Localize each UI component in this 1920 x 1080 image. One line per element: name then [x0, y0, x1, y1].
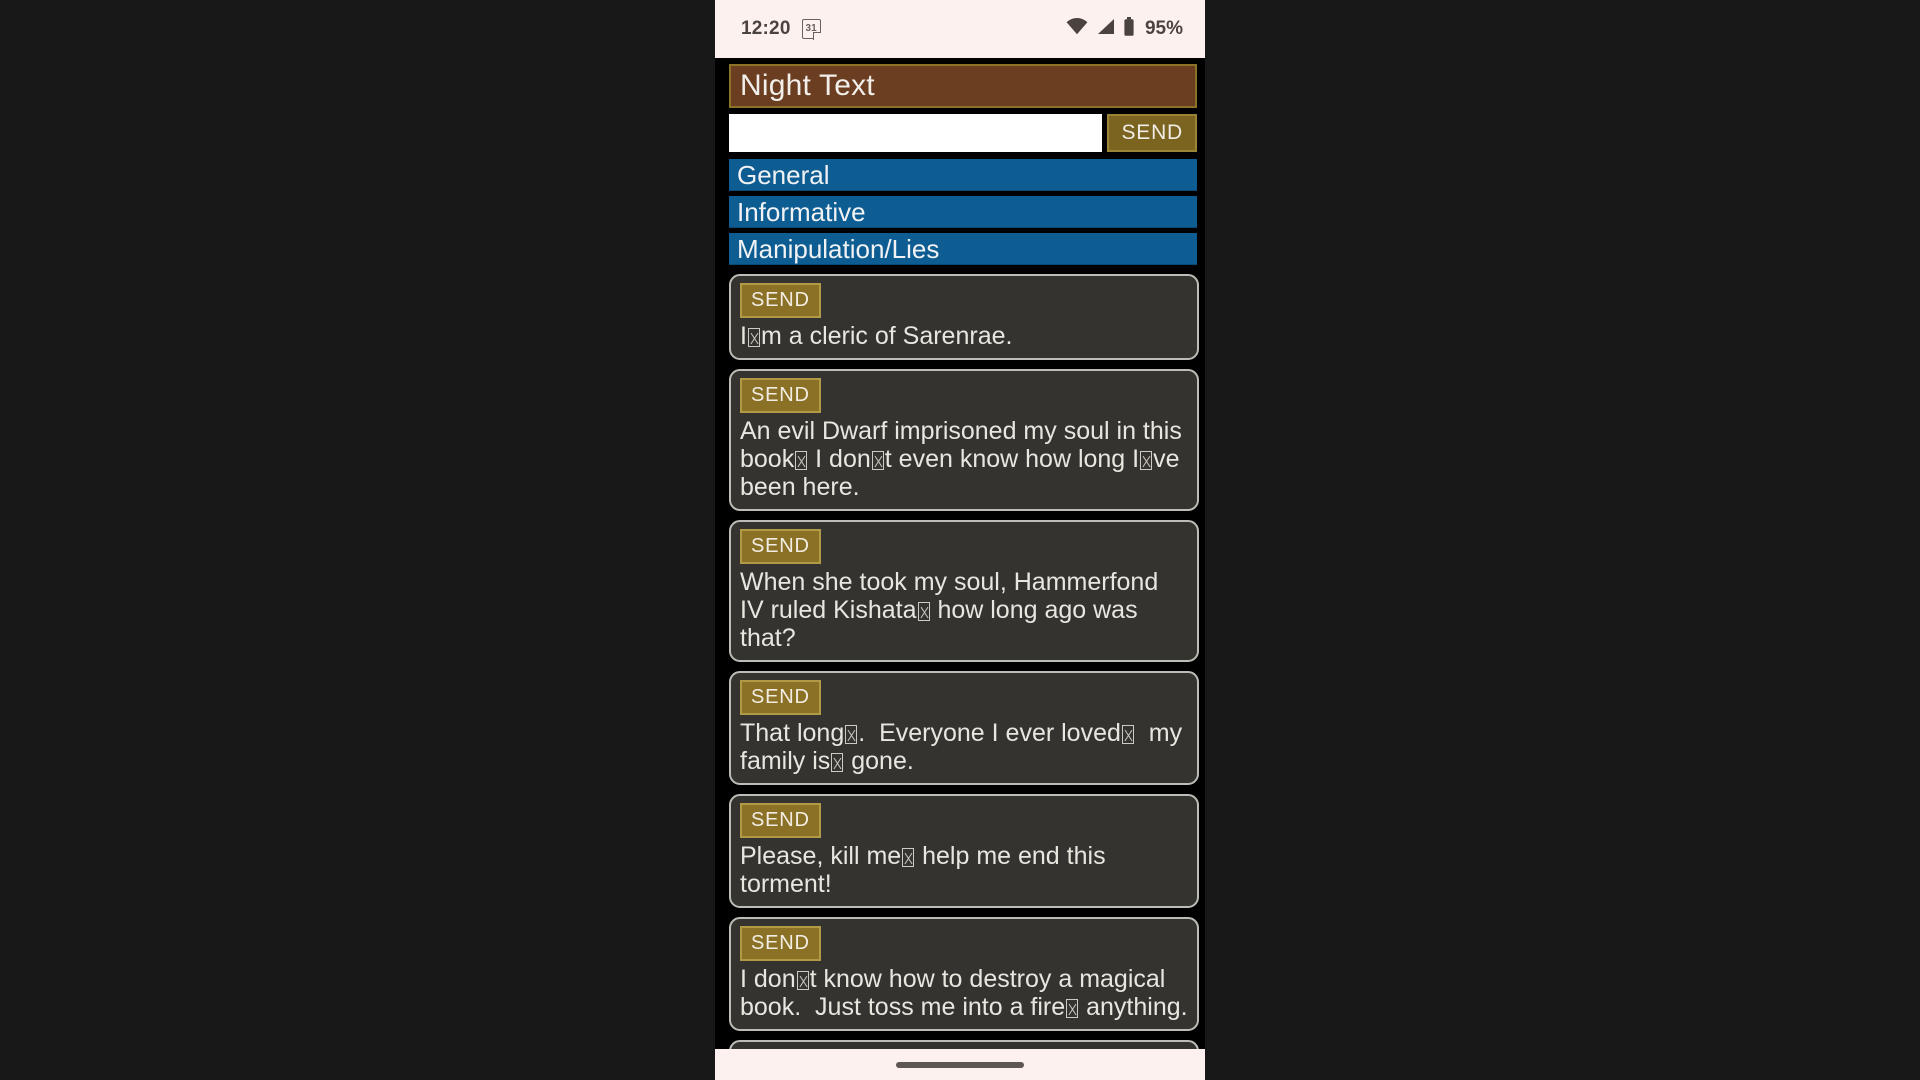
- message-send-button[interactable]: SEND: [740, 803, 821, 838]
- category-label: General: [737, 159, 830, 190]
- message-text: Im a cleric of Sarenrae.: [740, 322, 1013, 350]
- message-send-button[interactable]: SEND: [740, 529, 821, 564]
- message-card[interactable]: SEND Please, kill me help me end this to…: [729, 794, 1199, 908]
- battery-percent-label: 95%: [1144, 18, 1183, 39]
- missing-glyph-box: [1121, 725, 1134, 744]
- missing-glyph-box: [871, 451, 884, 470]
- missing-glyph-box: [902, 848, 915, 867]
- message-send-button[interactable]: SEND: [740, 283, 821, 318]
- message-text: I don t know how to destroy a magical boo…: [740, 965, 1188, 1021]
- category-button-informative[interactable]: Informative: [729, 196, 1197, 227]
- missing-glyph-box: [1066, 999, 1079, 1018]
- message-text: When she took my soul, Hammerfond IV rul…: [740, 568, 1166, 652]
- category-list: General Informative Manipulation/Lies: [729, 159, 1197, 264]
- message-input[interactable]: [729, 114, 1103, 152]
- message-card[interactable]: SEND I don t know how to destroy a magica…: [729, 917, 1199, 1031]
- gesture-pill[interactable]: [896, 1061, 1024, 1068]
- message-card[interactable]: SEND Im a cleric of Sarenrae.: [729, 274, 1199, 360]
- status-bar: 12:20 31 95%: [715, 0, 1205, 58]
- category-button-manipulation-lies[interactable]: Manipulation/Lies: [729, 233, 1197, 264]
- gesture-bar: [715, 1049, 1205, 1080]
- message-send-button[interactable]: SEND: [740, 680, 821, 715]
- status-bar-left: 12:20 31: [741, 18, 821, 40]
- missing-glyph-box: [831, 753, 844, 772]
- screen-root: 12:20 31 95% Night Text SEND General Inf…: [0, 0, 1920, 1080]
- message-send-button[interactable]: SEND: [740, 378, 821, 413]
- category-button-general[interactable]: General: [729, 159, 1197, 190]
- compose-row: SEND: [729, 114, 1197, 152]
- missing-glyph-box: [747, 328, 760, 347]
- category-label: Informative: [737, 196, 866, 227]
- message-list[interactable]: SEND Im a cleric of Sarenrae. SEND An ev…: [729, 268, 1199, 1049]
- cell-signal-icon: [1096, 18, 1115, 40]
- missing-glyph-box: [1140, 451, 1153, 470]
- status-bar-right: 95%: [1066, 17, 1183, 41]
- message-text: Please, kill me help me end this torment…: [740, 842, 1113, 898]
- message-card[interactable]: SEND An evil Dwarf imprisoned my soul in…: [729, 369, 1199, 511]
- app-body: Night Text SEND General Informative Mani…: [715, 58, 1205, 1049]
- message-text: An evil Dwarf imprisoned my soul in this…: [740, 417, 1189, 501]
- category-label: Manipulation/Lies: [737, 233, 940, 264]
- missing-glyph-box: [796, 971, 809, 990]
- page-title: Night Text: [740, 69, 875, 102]
- missing-glyph-box: [845, 725, 858, 744]
- status-clock: 12:20: [741, 18, 791, 39]
- message-card[interactable]: SEND That long. Everyone I ever loved my…: [729, 671, 1199, 785]
- message-send-button[interactable]: SEND: [740, 926, 821, 961]
- battery-icon: [1123, 17, 1135, 41]
- app-title-bar: Night Text: [729, 64, 1197, 108]
- send-button[interactable]: SEND: [1107, 114, 1197, 152]
- message-text: That long. Everyone I ever loved my fami…: [740, 719, 1190, 775]
- phone-window: 12:20 31 95% Night Text SEND General Inf…: [715, 0, 1205, 1080]
- message-card-partial[interactable]: SEND: [729, 1040, 1199, 1049]
- calendar-icon: 31: [801, 19, 821, 39]
- missing-glyph-box: [917, 602, 930, 621]
- wifi-icon: [1066, 18, 1088, 40]
- message-card[interactable]: SEND When she took my soul, Hammerfond I…: [729, 520, 1199, 662]
- missing-glyph-box: [795, 451, 808, 470]
